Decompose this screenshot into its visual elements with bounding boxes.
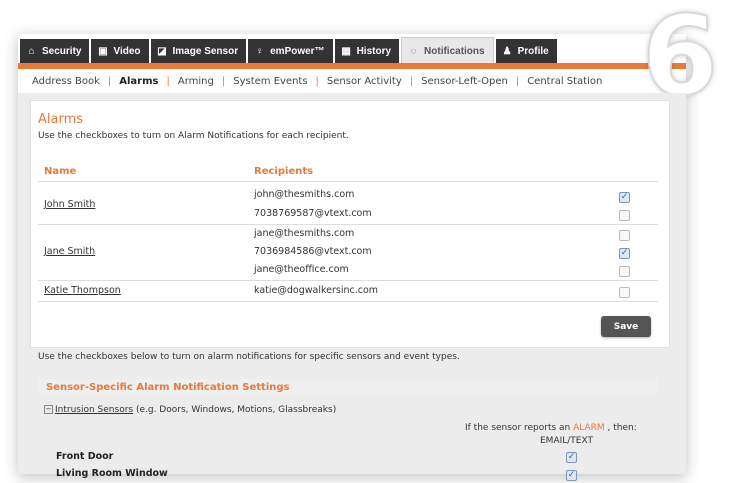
video-icon: ▣ [98, 45, 108, 57]
tab-notifications[interactable]: ◌ Notifications [401, 37, 494, 64]
tab-label: emPower™ [270, 45, 325, 57]
alarm-checkbox[interactable] [619, 266, 630, 277]
sub-navigation: Address Book | Alarms | Arming | System … [32, 72, 610, 90]
subnav-alarms[interactable]: Alarms [111, 76, 166, 87]
row-divider [38, 280, 658, 281]
recipient-email: jane@theoffice.com [254, 264, 349, 275]
subnav-arming[interactable]: Arming [170, 76, 222, 87]
home-icon: ⌂ [28, 45, 35, 57]
tab-label: Security [42, 45, 82, 57]
alarm-checkbox[interactable] [619, 210, 630, 221]
save-button[interactable]: Save [601, 316, 651, 337]
email-text-column-header: EMAIL/TEXT [540, 436, 593, 446]
subnav-system-events[interactable]: System Events [225, 76, 315, 87]
collapse-icon[interactable]: − [44, 405, 53, 414]
intrusion-sensors-link[interactable]: Intrusion Sensors [55, 405, 133, 415]
tab-label: History [356, 45, 392, 57]
row-divider [38, 224, 658, 225]
name-column-header: Name [44, 166, 77, 177]
alarm-checkbox[interactable]: ✓ [619, 248, 630, 259]
bulb-icon: ♀ [255, 45, 264, 57]
header-divider [38, 181, 658, 182]
image-sensor-icon: ◪ [157, 45, 167, 57]
sensor-alarm-checkbox[interactable]: ✓ [566, 452, 577, 463]
report-suffix: , then: [604, 423, 637, 433]
subnav-sensor-activity[interactable]: Sensor Activity [319, 76, 410, 87]
tab-label: Image Sensor [172, 45, 239, 57]
recipient-email: katie@dogwalkersinc.com [254, 285, 379, 296]
tab-video[interactable]: ▣ Video [91, 39, 149, 63]
group-hint: (e.g. Doors, Windows, Motions, Glassbrea… [133, 405, 337, 415]
recipients-column-header: Recipients [254, 166, 314, 177]
tab-empower[interactable]: ♀ emPower™ [248, 39, 333, 63]
recipient-email: 7038769587@vtext.com [254, 208, 372, 219]
subnav-central-station[interactable]: Central Station [519, 76, 610, 87]
subnav-sensor-left-open[interactable]: Sensor-Left-Open [413, 76, 516, 87]
sensor-section-title: Sensor-Specific Alarm Notification Setti… [46, 382, 290, 393]
recipient-email: 7036984586@vtext.com [254, 246, 372, 257]
report-prefix: If the sensor reports an [465, 423, 574, 433]
recipient-email: john@thesmiths.com [254, 189, 355, 200]
intrusion-sensors-group: − Intrusion Sensors (e.g. Doors, Windows,… [44, 405, 336, 415]
tab-security[interactable]: ⌂ Security [20, 39, 90, 63]
sensor-name: Front Door [56, 451, 114, 462]
recipient-name-link[interactable]: Katie Thompson [44, 285, 121, 296]
report-condition: If the sensor reports an ALARM , then: [465, 423, 637, 433]
tab-image-sensor[interactable]: ◪ Image Sensor [150, 39, 247, 63]
alarms-description: Use the checkboxes to turn on Alarm Noti… [38, 131, 349, 141]
tab-label: Profile [517, 45, 549, 57]
row-divider [38, 301, 658, 302]
speech-bubble-icon: ◌ [410, 45, 417, 57]
tab-history[interactable]: ▦ History [334, 39, 400, 63]
alarm-keyword: ALARM [573, 423, 605, 433]
tab-label: Video [113, 45, 141, 57]
calendar-icon: ▦ [341, 45, 351, 57]
recipient-email: jane@thesmiths.com [254, 228, 355, 239]
sensor-alarm-checkbox[interactable]: ✓ [566, 470, 577, 481]
tab-underline-bar [18, 63, 686, 69]
alarm-checkbox[interactable] [619, 230, 630, 241]
subnav-address-book[interactable]: Address Book [32, 76, 108, 87]
recipient-name-link[interactable]: Jane Smith [44, 246, 95, 257]
person-icon: ♟ [502, 45, 512, 57]
alarms-title: Alarms [38, 112, 84, 127]
alarm-checkbox[interactable] [619, 287, 630, 298]
alarm-checkbox[interactable]: ✓ [619, 192, 630, 203]
sensor-name: Living Room Window [56, 468, 168, 479]
sensor-description: Use the checkboxes below to turn on alar… [38, 352, 460, 362]
main-tab-bar: ⌂ Security ▣ Video ◪ Image Sensor ♀ emPo… [20, 37, 559, 64]
recipient-name-link[interactable]: John Smith [44, 199, 95, 210]
tab-label: Notifications [424, 45, 485, 57]
tab-profile[interactable]: ♟ Profile [495, 39, 557, 63]
